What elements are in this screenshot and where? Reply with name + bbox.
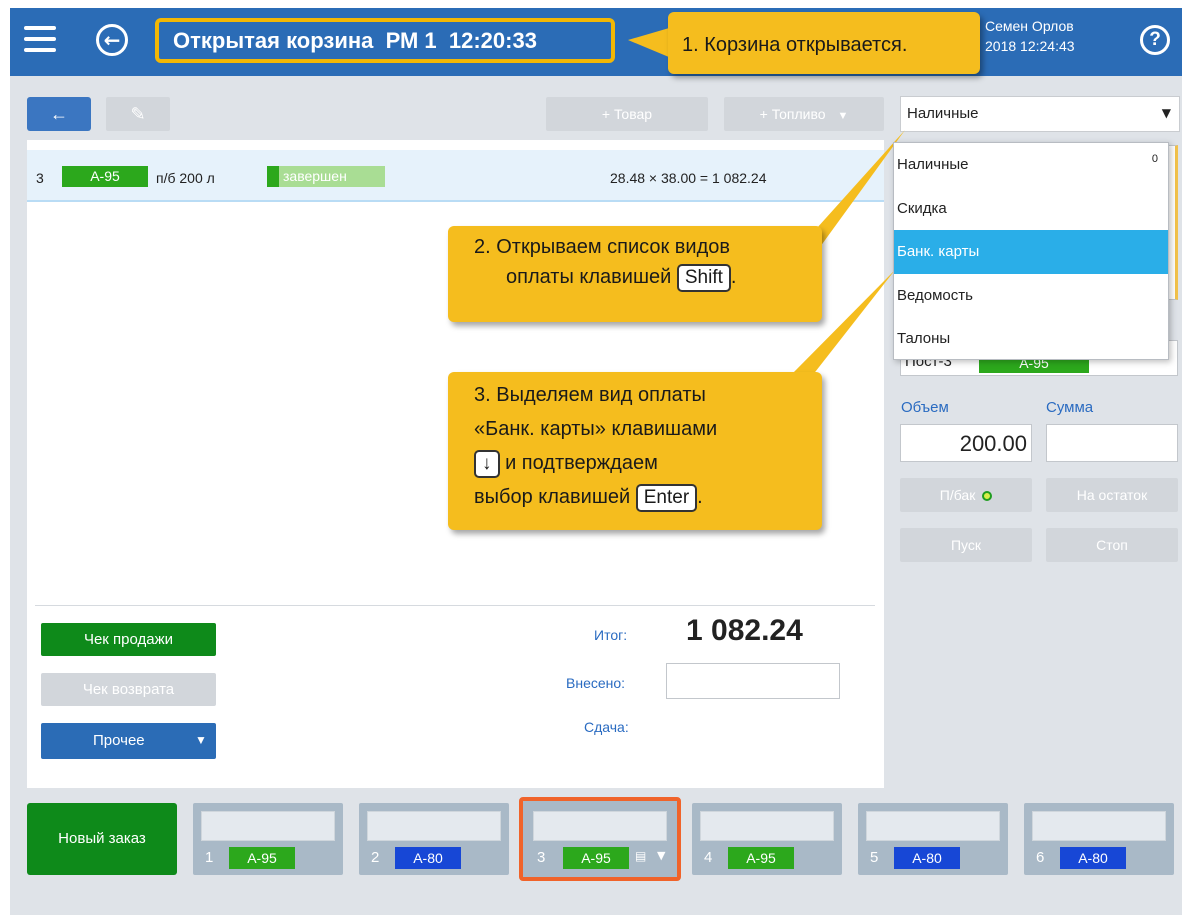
order-fuel-badge: А-80 — [894, 847, 960, 869]
callout-3-end: . — [697, 486, 703, 508]
payment-dropdown-list: Наличные 0 Скидка Банк. карты Ведомость … — [893, 142, 1169, 360]
order-tile-header — [367, 811, 501, 841]
callout-3-line-4: выбор клавишей — [474, 486, 631, 508]
order-tile-2[interactable]: 2 А-80 — [359, 803, 509, 875]
callout-2-line-1: 2. Открываем список видов — [474, 236, 731, 258]
order-tile-1[interactable]: 1 А-95 — [193, 803, 343, 875]
callout-2: 2. Открываем список видов оплаты клавише… — [448, 226, 822, 322]
callout-3-line-1: 3. Выделяем вид оплаты — [474, 384, 706, 406]
order-number: 3 — [537, 849, 546, 866]
down-arrow-key: ↓ — [474, 450, 500, 478]
callout-3-line-2: «Банк. карты» клавишами — [474, 418, 718, 440]
payment-option-label: Наличные — [897, 156, 969, 173]
order-number: 2 — [371, 849, 380, 866]
callout-2-end: . — [730, 266, 737, 288]
cash-count: 0 — [1151, 153, 1158, 165]
order-fuel-badge: А-95 — [728, 847, 794, 869]
payment-option-coupons[interactable]: Талоны — [894, 317, 1168, 361]
callout-3: 3. Выделяем вид оплаты «Банк. карты» кла… — [448, 372, 822, 530]
order-tile-header — [1032, 811, 1166, 841]
callout-3-line-3: и подтверждаем — [505, 452, 658, 474]
order-tile-header — [700, 811, 834, 841]
order-tile-3[interactable]: 3 А-95 ▤ ▼ — [519, 797, 681, 881]
order-number: 4 — [704, 849, 713, 866]
order-tile-header — [533, 811, 667, 841]
order-tile-header — [201, 811, 335, 841]
order-fuel-badge: А-80 — [1060, 847, 1126, 869]
order-number: 6 — [1036, 849, 1045, 866]
order-number: 5 — [870, 849, 879, 866]
payment-option-bank-cards[interactable]: Банк. карты — [894, 230, 1168, 274]
chevron-down-icon: ▼ — [657, 849, 666, 862]
callout-2-line-2: оплаты клавишей — [506, 266, 672, 288]
payment-option-statement[interactable]: Ведомость — [894, 274, 1168, 318]
order-fuel-badge: А-95 — [563, 847, 629, 869]
order-tile-4[interactable]: 4 А-95 — [692, 803, 842, 875]
payment-option-cash[interactable]: Наличные 0 — [894, 143, 1168, 187]
shift-key: Shift — [676, 264, 731, 292]
order-fuel-badge: А-95 — [229, 847, 295, 869]
order-tile-5[interactable]: 5 А-80 — [858, 803, 1008, 875]
order-fuel-badge: А-80 — [395, 847, 461, 869]
order-number: 1 — [205, 849, 214, 866]
basket-icon: ▤ — [635, 849, 647, 863]
callout-1: 1. Корзина открывается. — [668, 12, 980, 74]
enter-key: Enter — [635, 484, 698, 512]
new-order-button[interactable]: Новый заказ — [27, 803, 177, 875]
payment-option-discount[interactable]: Скидка — [894, 187, 1168, 231]
order-tile-header — [866, 811, 1000, 841]
order-tile-6[interactable]: 6 А-80 — [1024, 803, 1174, 875]
